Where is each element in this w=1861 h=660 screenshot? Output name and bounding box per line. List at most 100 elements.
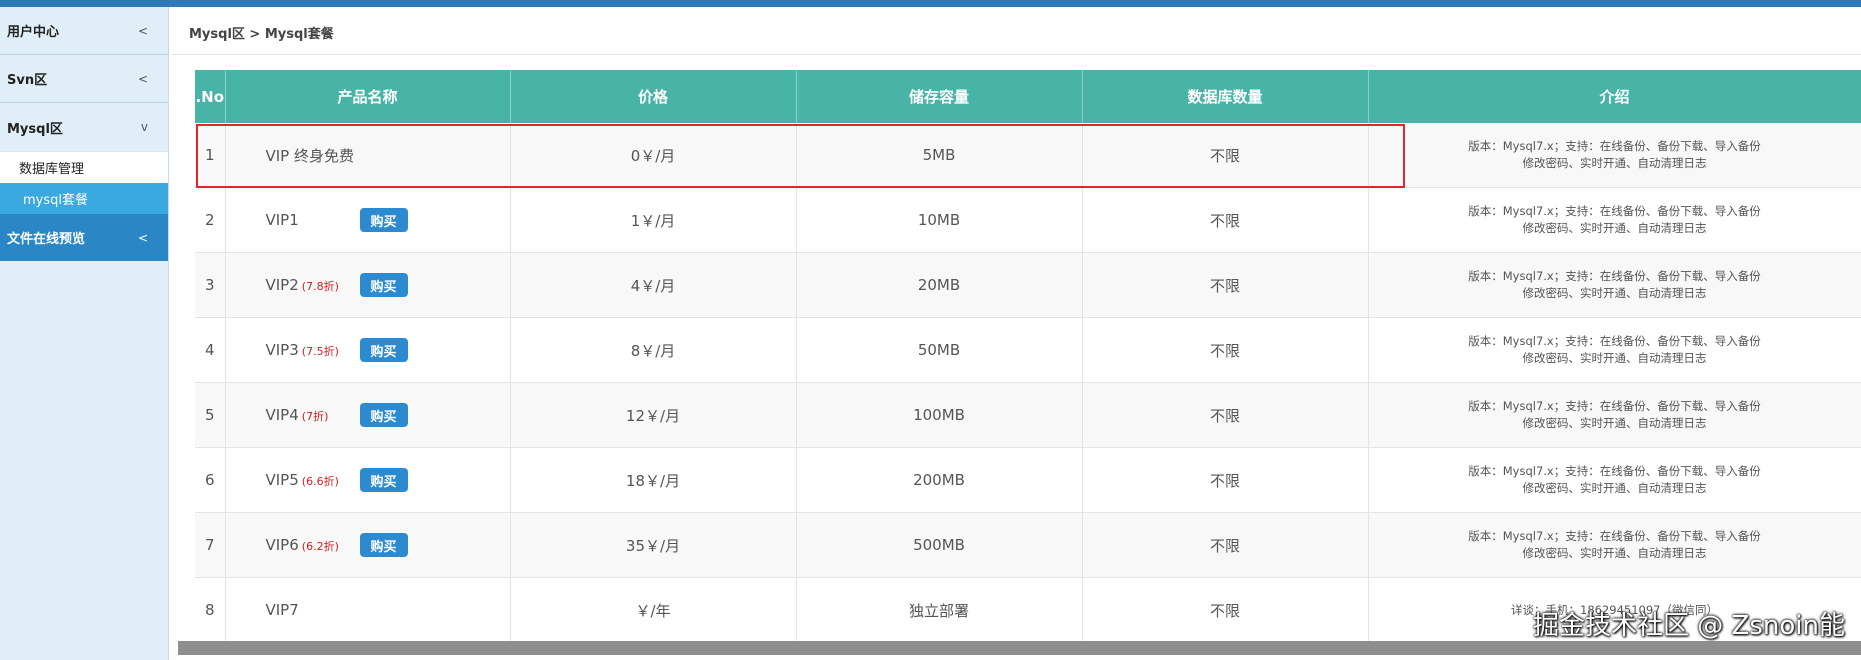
cell-intro: 版本：Mysql7.x；支持：在线备份、备份下载、导入备份 修改密码、实时开通、自… [1368,252,1861,318]
intro-line: 版本：Mysql7.x；支持：在线备份、备份下载、导入备份 [1468,139,1761,153]
cell-no: 3 [195,252,226,318]
cell-intro: 版本：Mysql7.x；支持：在线备份、备份下载、导入备份 修改密码、实时开通、自… [1368,123,1861,188]
product-name: VIP2 [265,276,299,294]
cell-db-count: 不限 [1082,382,1369,448]
cell-intro: 版本：Mysql7.x；支持：在线备份、备份下载、导入备份 修改密码、实时开通、自… [1368,317,1861,383]
cell-db-count: 不限 [1082,447,1369,513]
sidebar-item-mysql[interactable]: Mysql区 v [0,103,168,151]
product-name: VIP6 [265,536,299,554]
cell-price: 0￥/月 [510,123,797,188]
cell-product-name: VIP 终身免费 [225,123,511,188]
cell-db-count: 不限 [1082,252,1369,318]
main-content: Mysql区 > Mysql套餐 .No 产品名称 价格 储存容量 数据库数量 … [172,10,1861,660]
cell-storage: 20MB [796,252,1083,318]
cell-price: 4￥/月 [510,252,797,318]
intro-line: 修改密码、实时开通、自动清理日志 [1522,546,1707,560]
intro-line: 修改密码、实时开通、自动清理日志 [1522,156,1707,170]
chevron-down-icon: v [140,120,148,134]
intro-line: 修改密码、实时开通、自动清理日志 [1522,481,1707,495]
cell-price: 8￥/月 [510,317,797,383]
cell-price: 18￥/月 [510,447,797,513]
cell-no: 8 [195,577,226,643]
package-table: .No 产品名称 价格 储存容量 数据库数量 介绍 1 VIP 终身免费 0￥/… [195,70,1861,643]
cell-intro: 版本：Mysql7.x；支持：在线备份、备份下载、导入备份 修改密码、实时开通、自… [1368,187,1861,253]
cell-product-name: VIP4 (7折) 购买 [225,382,511,448]
cell-storage: 200MB [796,447,1083,513]
discount-label: (7折) [301,410,329,423]
sidebar-item-label: 用户中心 [7,25,60,40]
discount-label: (7.8折) [301,280,339,293]
buy-button[interactable]: 购买 [359,338,408,362]
cell-storage: 独立部署 [796,577,1083,643]
discount-label: (6.2折) [301,540,339,553]
discount-label: (6.6折) [301,475,339,488]
cell-db-count: 不限 [1082,317,1369,383]
cell-product-name: VIP2 (7.8折) 购买 [225,252,511,318]
cell-db-count: 不限 [1082,512,1369,578]
table-row: 7 VIP6 (6.2折) 购买 35￥/月 500MB 不限 版本：Mysql7.… [195,512,1861,578]
cell-price: 1￥/月 [510,187,797,253]
cell-db-count: 不限 [1082,577,1369,643]
sidebar-item-svn[interactable]: Svn区 < [0,55,168,103]
product-name: VIP5 [265,471,299,489]
intro-line: 版本：Mysql7.x；支持：在线备份、备份下载、导入备份 [1468,269,1761,283]
package-table-wrap: .No 产品名称 价格 储存容量 数据库数量 介绍 1 VIP 终身免费 0￥/… [195,70,1861,643]
cell-no: 5 [195,382,226,448]
cell-intro: 版本：Mysql7.x；支持：在线备份、备份下载、导入备份 修改密码、实时开通、自… [1368,512,1861,578]
header-product-name: 产品名称 [225,70,511,123]
sidebar-item-label: Svn区 [7,73,48,88]
sidebar-item-file-preview[interactable]: 文件在线预览 < [0,214,168,261]
header-price: 价格 [510,70,797,123]
table-row: 2 VIP1 购买 1￥/月 10MB 不限 版本：Mysql7.x；支持：在线备… [195,187,1861,253]
intro-line: 版本：Mysql7.x；支持：在线备份、备份下载、导入备份 [1468,529,1761,543]
cell-no: 6 [195,447,226,513]
cell-db-count: 不限 [1082,123,1369,188]
intro-line: 版本：Mysql7.x；支持：在线备份、备份下载、导入备份 [1468,204,1761,218]
sidebar-subitem-db-manage[interactable]: 数据库管理 [0,152,168,183]
cell-storage: 100MB [796,382,1083,448]
header-no: .No [195,70,226,123]
header-intro: 介绍 [1368,70,1861,123]
buy-button[interactable]: 购买 [359,533,408,557]
header-storage: 储存容量 [796,70,1083,123]
sidebar-subitem-mysql-package[interactable]: mysql套餐 [0,183,168,214]
sidebar-subitem-label: mysql套餐 [23,193,88,208]
discount-label: (7.5折) [301,345,339,358]
product-name: VIP1 [265,211,299,229]
cell-price: 12￥/月 [510,382,797,448]
product-name: VIP7 [265,601,299,619]
buy-button[interactable]: 购买 [359,468,408,492]
cell-no: 1 [195,123,226,188]
buy-button[interactable]: 购买 [359,403,408,427]
cell-no: 2 [195,187,226,253]
table-row: 6 VIP5 (6.6折) 购买 18￥/月 200MB 不限 版本：Mysql7.… [195,447,1861,513]
buy-button[interactable]: 购买 [359,208,408,232]
table-header-row: .No 产品名称 价格 储存容量 数据库数量 介绍 [195,70,1861,123]
table-row: 4 VIP3 (7.5折) 购买 8￥/月 50MB 不限 版本：Mysql7.x；… [195,317,1861,383]
product-name: VIP 终身免费 [265,146,355,165]
intro-line: 版本：Mysql7.x；支持：在线备份、备份下载、导入备份 [1468,399,1761,413]
watermark: 掘金技术社区 @ Zsnoin能 [1533,611,1845,641]
sidebar-item-user-center[interactable]: 用户中心 < [0,7,168,55]
cell-storage: 10MB [796,187,1083,253]
sidebar-subitem-label: 数据库管理 [19,162,85,177]
table-row: 5 VIP4 (7折) 购买 12￥/月 100MB 不限 版本：Mysql7.x；… [195,382,1861,448]
buy-button[interactable]: 购买 [359,273,408,297]
cell-db-count: 不限 [1082,187,1369,253]
sidebar-item-label: 文件在线预览 [7,232,86,247]
cell-product-name: VIP7 [225,577,511,643]
intro-line: 版本：Mysql7.x；支持：在线备份、备份下载、导入备份 [1468,334,1761,348]
chevron-left-icon: < [137,71,148,86]
cell-storage: 50MB [796,317,1083,383]
intro-line: 版本：Mysql7.x；支持：在线备份、备份下载、导入备份 [1468,464,1761,478]
intro-line: 修改密码、实时开通、自动清理日志 [1522,351,1707,365]
intro-line: 修改密码、实时开通、自动清理日志 [1522,221,1707,235]
cell-product-name: VIP6 (6.2折) 购买 [225,512,511,578]
intro-line: 修改密码、实时开通、自动清理日志 [1522,286,1707,300]
horizontal-scrollbar[interactable] [178,641,1861,655]
chevron-left-icon: < [137,230,148,245]
chevron-left-icon: < [137,23,148,38]
product-name: VIP4 [265,406,299,424]
cell-no: 4 [195,317,226,383]
sidebar-item-label: Mysql区 [7,121,63,137]
